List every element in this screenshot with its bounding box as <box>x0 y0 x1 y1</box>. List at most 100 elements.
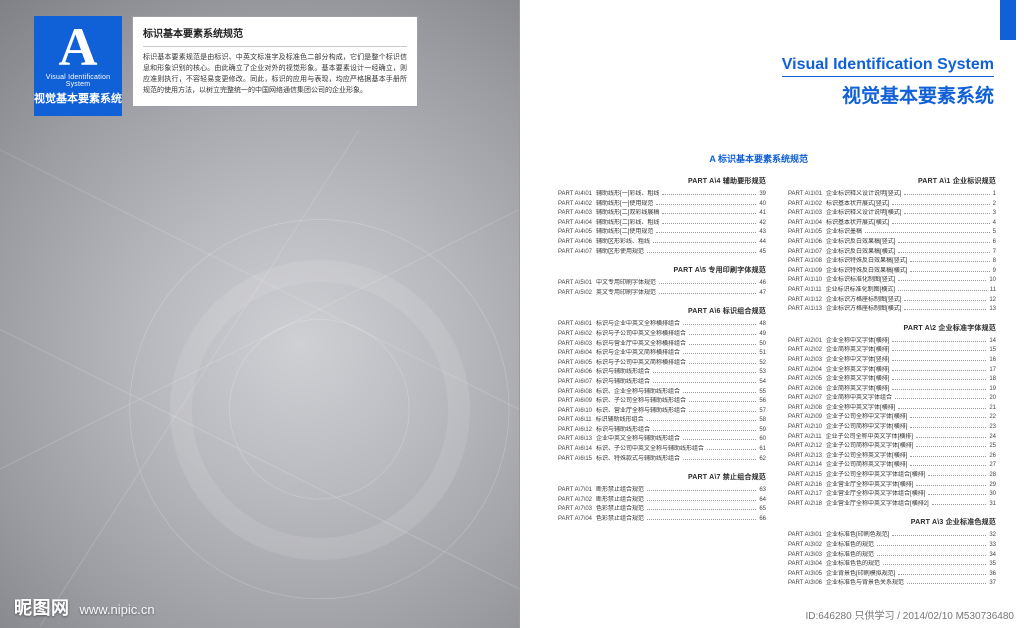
toc-row: PART A\2\05企业全称英文字体[横排]18 <box>788 375 996 385</box>
toc-section: PART A\6 标识组合规范PART A\6\01标识与企业中英文全称横排组合… <box>558 306 766 464</box>
toc-page: 63 <box>759 486 766 496</box>
toc-page: 34 <box>989 551 996 561</box>
toc-leader-dots <box>928 494 986 495</box>
toc-label: 中文专用印刷字体规范 <box>596 279 656 289</box>
toc-code: PART A\6\12 <box>558 426 592 436</box>
toc-page: 43 <box>759 228 766 238</box>
toc-row: PART A\3\02企业标准色的规范33 <box>788 541 996 551</box>
toc-label: 企业标识释义设计说明[横式] <box>826 209 901 219</box>
toc-code: PART A\6\05 <box>558 359 592 369</box>
toc-leader-dots <box>662 194 756 195</box>
toc-code: PART A\6\13 <box>558 435 592 445</box>
toc-code: PART A\7\02 <box>558 496 592 506</box>
toc-label: 标识、特殊款式与辅助线形组合 <box>596 455 680 465</box>
toc-code: PART A\4\05 <box>558 228 592 238</box>
toc-code: PART A\6\01 <box>558 320 592 330</box>
toc-code: PART A\1\01 <box>788 190 822 200</box>
toc-label: 辅助线形[二]彩线、粗线 <box>596 219 659 229</box>
toc-code: PART A\6\15 <box>558 455 592 465</box>
badge-letter: A <box>34 20 122 74</box>
toc-row: PART A\2\16企业营业厅全称中英文字体[横排]29 <box>788 481 996 491</box>
toc-code: PART A\2\15 <box>788 471 822 481</box>
toc-label: 辅助区形彩线、粗线 <box>596 238 650 248</box>
toc-leader-dots <box>892 341 986 342</box>
toc-page: 46 <box>759 279 766 289</box>
toc-page: 44 <box>759 238 766 248</box>
toc-row: PART A\1\04标识基本状开展式[横式]4 <box>788 219 996 229</box>
header-en: Visual Identification System <box>782 56 994 74</box>
toc-leader-dots <box>683 324 756 325</box>
toc-page: 20 <box>989 394 996 404</box>
toc-page: 47 <box>759 289 766 299</box>
toc-leader-dots <box>898 408 986 409</box>
toc-label: 企业背景色[印刷模拟规范] <box>826 570 895 580</box>
toc-section-head: PART A\2 企业标准字体规范 <box>788 323 996 333</box>
toc-leader-dots <box>892 370 986 371</box>
toc-leader-dots <box>689 411 756 412</box>
toc-leader-dots <box>898 280 986 281</box>
toc-leader-dots <box>647 490 756 491</box>
toc-page: 4 <box>993 219 996 229</box>
toc-row: PART A\3\04企业标准色色的规范35 <box>788 560 996 570</box>
toc-title: A 标识基本要素系统规范 <box>709 152 808 165</box>
toc-label: 标识与子公司中英文简称横排组合 <box>596 359 686 369</box>
toc-label: 标识辅助线形组合 <box>596 416 644 426</box>
toc-code: PART A\2\01 <box>788 337 822 347</box>
toc-code: PART A\2\04 <box>788 366 822 376</box>
toc-label: 断形禁止组合规范 <box>596 486 644 496</box>
toc-code: PART A\6\02 <box>558 330 592 340</box>
toc-label: 企业标准色的规范 <box>826 541 874 551</box>
toc-page: 32 <box>989 531 996 541</box>
toc-leader-dots <box>892 535 986 536</box>
toc-code: PART A\2\16 <box>788 481 822 491</box>
toc-row: PART A\7\04色彩禁止组合规范66 <box>558 515 766 525</box>
toc-label: 企业标准色[印刷色规范] <box>826 531 889 541</box>
toc-leader-dots <box>653 382 756 383</box>
toc-row: PART A\6\04标识与企业中英文简称横排组合51 <box>558 349 766 359</box>
toc-leader-dots <box>656 232 756 233</box>
toc-col-right: PART A\1 企业标识规范PART A\1\01企业标识释义设计说明[竖式]… <box>788 172 996 598</box>
toc-row: PART A\2\07企业简称中英文字体组合20 <box>788 394 996 404</box>
toc-leader-dots <box>910 456 986 457</box>
toc-leader-dots <box>910 465 986 466</box>
toc-label: 企业标识特殊反白效果稿[横式] <box>826 267 907 277</box>
toc-label: 英文专用印刷字体规范 <box>596 289 656 299</box>
toc-row: PART A\6\09标识、子公司全称与辅助线形组合56 <box>558 397 766 407</box>
toc-page: 15 <box>989 346 996 356</box>
toc-code: PART A\6\11 <box>558 416 592 426</box>
toc-leader-dots <box>904 213 989 214</box>
toc-page: 11 <box>990 286 996 296</box>
toc-row: PART A\6\05标识与子公司中英文简称横排组合52 <box>558 359 766 369</box>
toc-code: PART A\5\02 <box>558 289 592 299</box>
toc-page: 66 <box>759 515 766 525</box>
toc-leader-dots <box>892 223 989 224</box>
toc-row: PART A\4\03辅助线形[二]双彩线展稿41 <box>558 209 766 219</box>
toc-row: PART A\1\06企业标识反白效果稿[竖式]6 <box>788 238 996 248</box>
toc-row: PART A\7\02断形禁止组合规范64 <box>558 496 766 506</box>
toc-row: PART A\6\15标识、特殊款式与辅助线形组合62 <box>558 455 766 465</box>
toc-page: 13 <box>989 305 996 315</box>
toc-page: 57 <box>759 407 766 417</box>
toc-code: PART A\1\08 <box>788 257 822 267</box>
toc-row: PART A\2\18企业营业厅全称中英文字体组合[横排2]31 <box>788 500 996 510</box>
toc-leader-dots <box>892 389 986 390</box>
toc-page: 25 <box>989 442 996 452</box>
toc-row: PART A\3\03企业标准色的规范34 <box>788 551 996 561</box>
toc-label: 企业子公司全称中英文字体组合[横排] <box>826 471 925 481</box>
toc-label: 辅助线形[一]使用规范 <box>596 200 653 210</box>
toc-leader-dots <box>689 344 756 345</box>
section-badge: A Visual Identification System 视觉基本要素系统 <box>34 16 122 116</box>
toc-label: 企业全称英文字体[横排] <box>826 366 889 376</box>
toc-page: 55 <box>759 388 766 398</box>
toc-code: PART A\3\02 <box>788 541 822 551</box>
toc-row: PART A\1\10企业标识标准化制图[竖式]10 <box>788 276 996 286</box>
toc-page: 18 <box>989 375 996 385</box>
toc-code: PART A\2\10 <box>788 423 822 433</box>
toc-row: PART A\6\03标识与营业厅中英文全称横排组合50 <box>558 340 766 350</box>
toc-label: 标识基本状开展式[横式] <box>826 219 889 229</box>
toc-code: PART A\4\03 <box>558 209 592 219</box>
toc-leader-dots <box>883 564 986 565</box>
toc-leader-dots <box>892 360 986 361</box>
toc-leader-dots <box>659 283 756 284</box>
toc-code: PART A\2\06 <box>788 385 822 395</box>
